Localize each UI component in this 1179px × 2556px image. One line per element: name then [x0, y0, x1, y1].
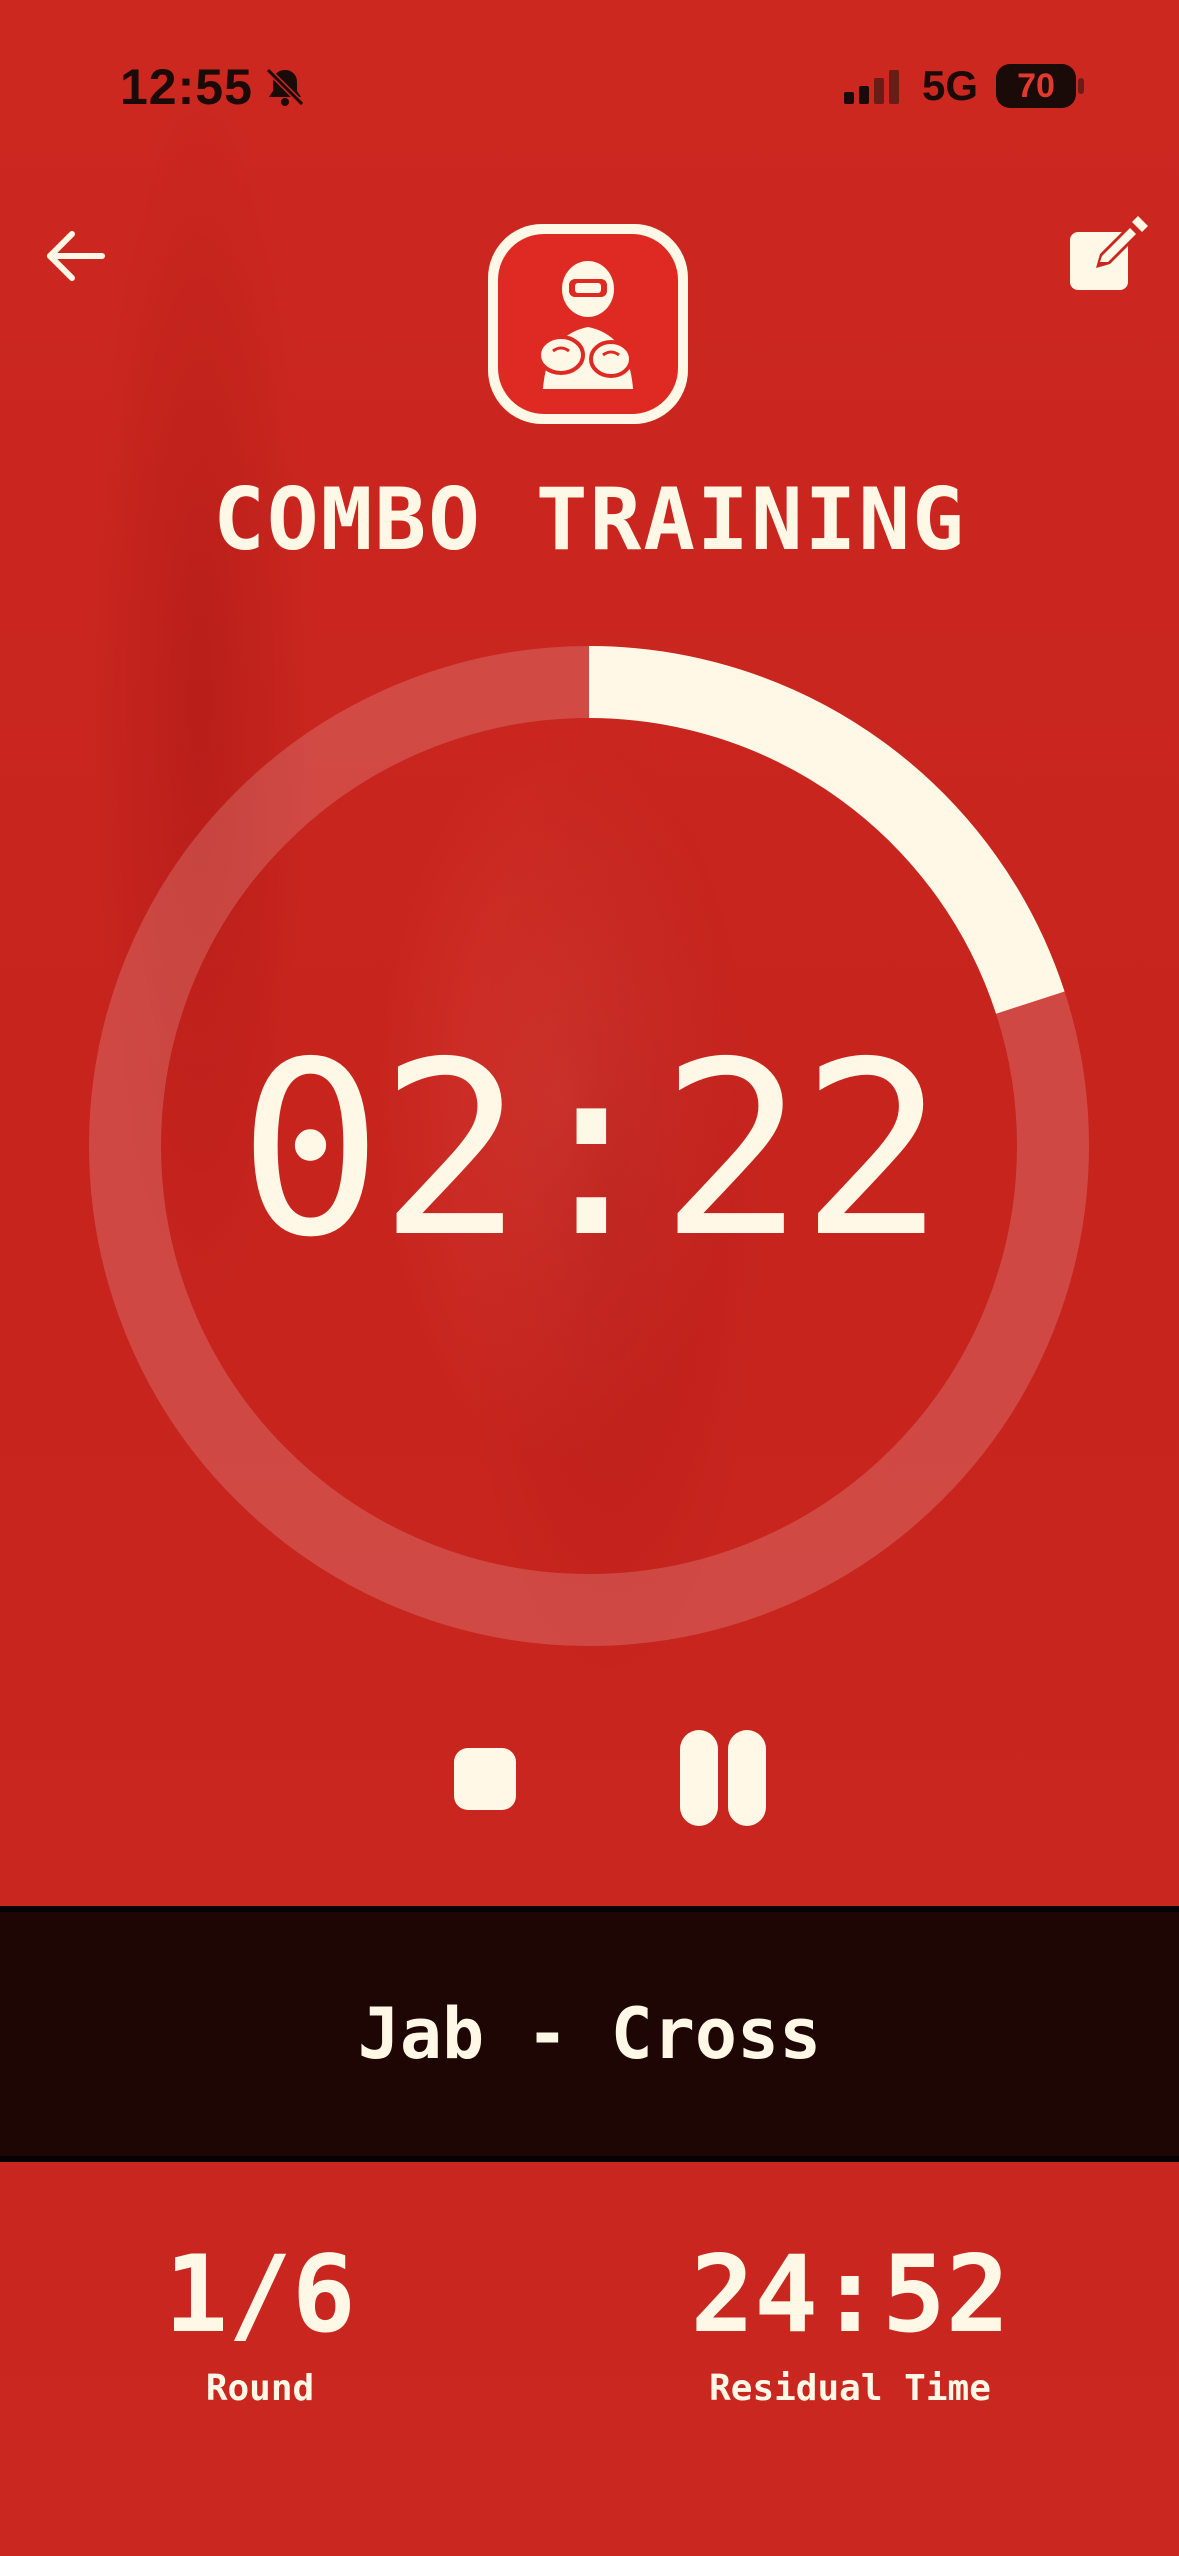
- combo-panel: Jab - Cross: [0, 1906, 1179, 2162]
- pause-button[interactable]: [676, 1730, 772, 1830]
- battery-cap: [1078, 78, 1084, 94]
- residual-time-value: 24:52: [690, 2233, 1010, 2356]
- residual-time-label: Residual Time: [709, 2368, 991, 2409]
- back-button[interactable]: [40, 220, 112, 292]
- round-stat: 1/6 Round: [120, 2233, 400, 2410]
- timer-value: 02:22: [238, 1010, 944, 1290]
- battery-icon: 70: [996, 64, 1076, 108]
- app-logo: [488, 224, 688, 424]
- round-value: 1/6: [164, 2233, 356, 2356]
- network-label: 5G: [922, 62, 979, 109]
- pause-bar-left: [680, 1730, 718, 1826]
- residual-time-stat: 24:52 Residual Time: [660, 2233, 1040, 2410]
- boxer-logo-icon: [537, 261, 633, 389]
- page-title: COMBO TRAINING: [213, 470, 966, 570]
- edit-button[interactable]: [1060, 210, 1150, 300]
- round-label: Round: [205, 2368, 315, 2409]
- combo-text: Jab - Cross: [357, 1993, 822, 2075]
- pause-bar-right: [728, 1730, 766, 1826]
- arrow-left-icon: [47, 231, 105, 281]
- bell-slash-icon: [265, 67, 305, 107]
- battery-level: 70: [1017, 66, 1055, 105]
- stop-button[interactable]: [454, 1748, 516, 1810]
- signal-icon: [844, 70, 899, 104]
- status-bar: 12:55 5G 70: [0, 0, 1179, 170]
- status-time: 12:55: [120, 59, 253, 115]
- edit-icon: [1070, 216, 1148, 290]
- timer-progress-arc: [588, 646, 1065, 1014]
